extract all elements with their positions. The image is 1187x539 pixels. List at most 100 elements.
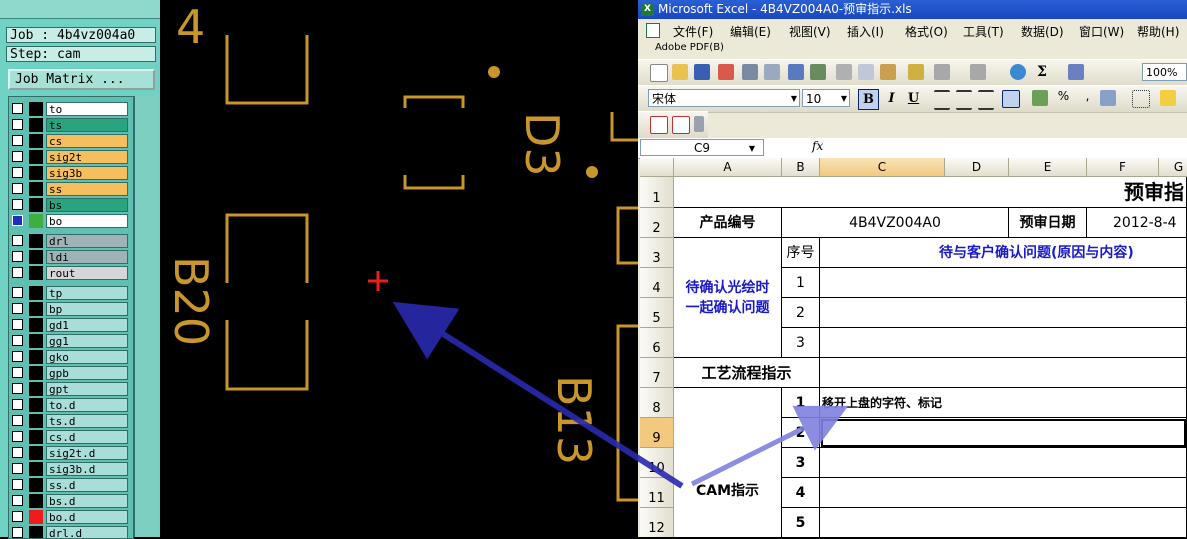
layer-name[interactable]: bs.d [46, 494, 128, 508]
layer-row-bs-d[interactable]: bs.d [9, 493, 133, 509]
layer-checkbox[interactable] [12, 103, 23, 114]
cam-seq-cell[interactable]: 2 [782, 418, 820, 448]
borders-icon[interactable] [1132, 90, 1150, 108]
layer-name[interactable]: rout [46, 266, 128, 280]
menu-adobe-pdf[interactable]: Adobe PDF(B) [655, 42, 724, 53]
cam-instruction-label-cell[interactable]: CAM指示 [674, 388, 782, 537]
layer-color-swatch[interactable] [29, 134, 43, 148]
layer-row-gg1[interactable]: gg1 [9, 333, 133, 349]
row-header[interactable]: 4 [640, 268, 674, 298]
layer-color-swatch[interactable] [29, 234, 43, 248]
layer-name[interactable]: sig2t.d [46, 446, 128, 460]
excel-title-bar[interactable]: X Microsoft Excel - 4B4VZ004A0-预审指示.xls [638, 0, 1187, 19]
layer-checkbox[interactable] [12, 303, 23, 314]
seq-cell[interactable]: 3 [782, 328, 820, 358]
layer-checkbox[interactable] [12, 351, 23, 362]
job-name-field[interactable]: Job : 4b4vz004a0 [6, 27, 156, 43]
layer-checkbox[interactable] [12, 431, 23, 442]
layer-checkbox[interactable] [12, 495, 23, 506]
layer-row-tp[interactable]: tp [9, 285, 133, 301]
pdf-mail-icon[interactable] [672, 116, 690, 134]
layer-color-swatch[interactable] [29, 118, 43, 132]
layer-name[interactable]: bp [46, 302, 128, 316]
layer-row-drl[interactable]: drl [9, 233, 133, 249]
paste-icon[interactable] [880, 64, 896, 80]
layer-row-bp[interactable]: bp [9, 301, 133, 317]
row-header[interactable]: 7 [640, 358, 674, 388]
layer-name[interactable]: cs [46, 134, 128, 148]
layer-name[interactable]: sig3b.d [46, 462, 128, 476]
layer-color-swatch[interactable] [29, 318, 43, 332]
cam-seq-cell[interactable]: 3 [782, 448, 820, 478]
cam-instruction-cell[interactable] [820, 478, 1187, 508]
layer-name[interactable]: ts.d [46, 414, 128, 428]
layer-color-swatch[interactable] [29, 166, 43, 180]
pdf-convert-icon[interactable] [650, 116, 668, 134]
layer-row-to[interactable]: to [9, 101, 133, 117]
column-header-d[interactable]: D [945, 158, 1009, 177]
merge-center-icon[interactable] [1002, 90, 1020, 108]
permission-icon[interactable] [718, 64, 734, 80]
layer-name[interactable]: ts [46, 118, 128, 132]
research-icon[interactable] [810, 64, 826, 80]
save-icon[interactable] [694, 64, 710, 80]
layer-row-gd1[interactable]: gd1 [9, 317, 133, 333]
row-header[interactable]: 11 [640, 478, 674, 508]
column-header-c[interactable]: C [820, 158, 945, 177]
review-date-label-cell[interactable]: 预审日期 [1009, 208, 1087, 238]
layer-row-sig3b[interactable]: sig3b [9, 165, 133, 181]
zoom-select[interactable]: 100% [1142, 63, 1187, 81]
layer-row-sig2t-d[interactable]: sig2t.d [9, 445, 133, 461]
layer-name[interactable]: ss [46, 182, 128, 196]
layer-name[interactable]: sig3b [46, 166, 128, 180]
menu-format[interactable]: 格式(O) [905, 23, 948, 40]
confirm-issues-label-cell[interactable]: 待确认光绘时 一起确认问题 [674, 238, 782, 358]
format-painter-icon[interactable] [908, 64, 924, 80]
print-icon[interactable] [742, 64, 758, 80]
open-icon[interactable] [672, 64, 688, 80]
layer-row-ts-d[interactable]: ts.d [9, 413, 133, 429]
layer-name[interactable]: ldi [46, 250, 128, 264]
layer-row-gpt[interactable]: gpt [9, 381, 133, 397]
layer-row-gko[interactable]: gko [9, 349, 133, 365]
layer-row-cs[interactable]: cs [9, 133, 133, 149]
row-header[interactable]: 3 [640, 238, 674, 268]
layer-row-cs-d[interactable]: cs.d [9, 429, 133, 445]
layer-color-swatch[interactable] [29, 478, 43, 492]
column-header-g[interactable]: G [1159, 158, 1187, 177]
layer-color-swatch[interactable] [29, 302, 43, 316]
layer-checkbox[interactable] [12, 399, 23, 410]
layer-color-swatch[interactable] [29, 334, 43, 348]
layer-color-swatch[interactable] [29, 462, 43, 476]
seq-cell[interactable]: 2 [782, 298, 820, 328]
cam-instruction-cell-selected[interactable] [820, 418, 1187, 448]
layer-color-swatch[interactable] [29, 366, 43, 380]
layer-checkbox[interactable] [12, 167, 23, 178]
layer-checkbox[interactable] [12, 447, 23, 458]
product-no-cell[interactable]: 4B4VZ004A0 [782, 208, 1009, 238]
row-header[interactable]: 5 [640, 298, 674, 328]
pending-header-cell[interactable]: 待与客户确认问题(原因与内容) [820, 238, 1187, 268]
layer-color-swatch[interactable] [29, 398, 43, 412]
row-header[interactable]: 1 [640, 177, 674, 208]
workbook-icon[interactable] [646, 23, 660, 38]
layer-checkbox[interactable] [12, 287, 23, 298]
layer-checkbox[interactable] [12, 267, 23, 278]
row-header[interactable]: 8 [640, 388, 674, 418]
underline-button[interactable]: U [904, 89, 923, 108]
layer-name[interactable]: ss.d [46, 478, 128, 492]
layer-name[interactable]: to [46, 102, 128, 116]
layer-row-ss-d[interactable]: ss.d [9, 477, 133, 493]
layer-row-rout[interactable]: rout [9, 265, 133, 281]
pcb-graphics-canvas[interactable]: 4 D3 B20 B13 [160, 0, 638, 537]
layer-checkbox[interactable] [12, 511, 23, 522]
layer-color-swatch[interactable] [29, 198, 43, 212]
italic-button[interactable]: I [882, 89, 901, 108]
increase-decimal-icon[interactable] [1100, 90, 1116, 106]
menu-help[interactable]: 帮助(H) [1137, 23, 1179, 40]
layer-color-swatch[interactable] [29, 430, 43, 444]
layer-name[interactable]: drl [46, 234, 128, 248]
layer-color-swatch[interactable] [29, 250, 43, 264]
cam-instruction-cell[interactable] [820, 508, 1187, 537]
layer-checkbox[interactable] [12, 119, 23, 130]
